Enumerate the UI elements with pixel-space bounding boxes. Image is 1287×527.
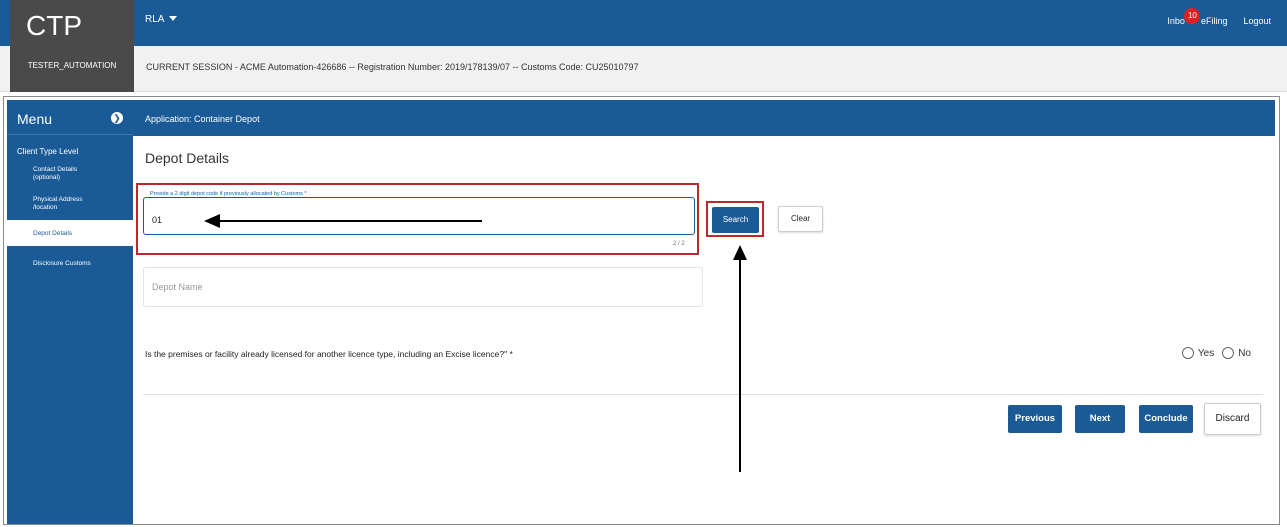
search-button[interactable]: Search <box>712 207 759 233</box>
app-logo: CTP <box>10 0 134 46</box>
depot-name-input[interactable]: Depot Name <box>143 267 703 307</box>
depot-code-label: Provide a 2 digit depot code if previous… <box>148 191 309 197</box>
no-radio[interactable] <box>1222 347 1235 359</box>
inbox-count-badge: 10 <box>1184 8 1201 24</box>
inbox-label: Inbo <box>1167 16 1185 26</box>
efiling-link[interactable]: eFiling <box>1201 16 1228 26</box>
arrow-to-search-button <box>733 245 747 472</box>
yes-radio[interactable] <box>1181 347 1194 359</box>
depot-code-value: 01 <box>152 215 163 225</box>
sidebar-item-disclosure-customs[interactable]: Disclosure Customs <box>7 246 133 268</box>
page-title: Depot Details <box>145 150 230 166</box>
conclude-button[interactable]: Conclude <box>1139 405 1193 433</box>
inbox-link[interactable]: Inbo 10 <box>1167 8 1201 26</box>
discard-button[interactable]: Discard <box>1204 403 1261 435</box>
top-bar: CTP RLA Inbo 10 eFiling Logout <box>0 0 1287 46</box>
clear-button[interactable]: Clear <box>778 206 823 232</box>
session-bar: TESTER_AUTOMATION CURRENT SESSION - ACME… <box>0 46 1287 92</box>
depot-code-input[interactable] <box>143 197 695 235</box>
menu-header: Menu ❯ <box>7 100 133 135</box>
licence-question: Is the premises or facility already lice… <box>145 349 513 359</box>
logout-link[interactable]: Logout <box>1243 16 1271 26</box>
no-label: No <box>1238 347 1251 359</box>
caret-down-icon <box>169 16 178 21</box>
session-info: CURRENT SESSION - ACME Automation-426686… <box>146 62 639 72</box>
next-button[interactable]: Next <box>1075 405 1125 433</box>
role-dropdown[interactable]: RLA <box>145 14 178 25</box>
sidebar-level: Client Type Level <box>17 147 79 156</box>
top-links: Inbo 10 eFiling Logout <box>1167 8 1271 26</box>
depot-code-counter: 2 / 2 <box>673 241 685 247</box>
menu-toggle-icon[interactable]: ❯ <box>111 112 123 124</box>
sidebar: Menu ❯ Client Type Level Contact Details… <box>7 100 133 524</box>
sidebar-item-contact-details[interactable]: Contact Details (optional) <box>7 156 97 182</box>
role-label: RLA <box>145 14 165 25</box>
licence-radio-group: Yes No <box>1181 347 1251 359</box>
previous-button[interactable]: Previous <box>1008 405 1062 433</box>
sidebar-item-depot-details[interactable]: Depot Details <box>7 220 133 246</box>
user-name: TESTER_AUTOMATION <box>10 46 134 92</box>
menu-title: Menu <box>17 111 53 127</box>
divider <box>143 394 1263 395</box>
yes-label: Yes <box>1197 347 1215 359</box>
application-bar: Application: Container Depot <box>133 100 1275 136</box>
sidebar-item-physical-address[interactable]: Physical Address /location <box>7 182 97 212</box>
